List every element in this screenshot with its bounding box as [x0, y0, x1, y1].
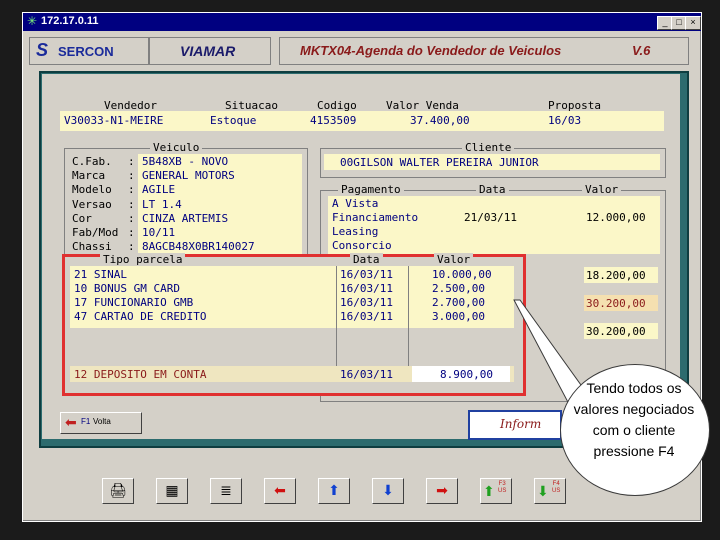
parcela-col-divider-2	[408, 266, 409, 382]
title-bar: ✳ 172.17.0.11 _ □ ×	[23, 13, 701, 31]
app-header: S SERCON VIAMAR MKTX04-Agenda do Vendedo…	[29, 37, 695, 67]
parcela-col-data: Data	[350, 253, 383, 266]
parcela-input-data[interactable]: 16/03/11	[340, 368, 393, 381]
veiculo-row-colon: :	[128, 211, 135, 225]
veiculo-row-label: Marca	[72, 169, 106, 183]
volta-label: Volta	[93, 417, 111, 426]
veiculo-title: Veiculo	[150, 141, 203, 154]
arrow-down-icon: ⬇	[382, 482, 394, 498]
company-box: S SERCON	[29, 37, 149, 65]
veiculo-row-value[interactable]: AGILE	[142, 183, 175, 196]
arrow-up-green-icon: ⬆	[483, 483, 495, 499]
f4-button[interactable]: ⬇ F4 US	[534, 478, 566, 504]
f4-label: F4 US	[552, 481, 561, 494]
situacao-value[interactable]: Estoque	[210, 114, 256, 127]
parcela-row-valor[interactable]: 3.000,00	[432, 310, 485, 323]
parcela-row-valor[interactable]: 10.000,00	[432, 268, 492, 281]
parcela-row-tipo[interactable]: 17 FUNCIONARIO GMB	[74, 296, 193, 309]
pagamento-row-data[interactable]: 21/03/11	[464, 211, 517, 224]
parcela-row-data[interactable]: 16/03/11	[340, 310, 393, 323]
codigo-value[interactable]: 4153509	[310, 114, 356, 127]
pagamento-row-label: A Vista	[332, 197, 379, 210]
calculator-icon: ▦	[165, 482, 179, 498]
window-title: 172.17.0.11	[41, 15, 99, 27]
veiculo-row-colon: :	[128, 169, 135, 183]
f3-button[interactable]: ⬆ F3 US	[480, 478, 512, 504]
sercon-logo-icon: S	[36, 40, 49, 60]
parcela-row-tipo[interactable]: 10 BONUS GM CARD	[74, 282, 180, 295]
parcela-row-tipo[interactable]: 47 CARTAO DE CREDITO	[74, 310, 206, 323]
veiculo-row-value[interactable]: CINZA ARTEMIS	[142, 212, 228, 225]
veiculo-row-colon: :	[128, 155, 135, 168]
prev-button[interactable]: ⬅	[264, 478, 296, 504]
parcela-input-valor[interactable]: 8.900,00	[440, 368, 493, 381]
parcela-row-valor[interactable]: 2.700,00	[432, 296, 485, 309]
veiculo-row-label: Modelo	[72, 183, 112, 197]
calculator-button[interactable]: ▦	[156, 478, 188, 504]
parcela-row-data[interactable]: 16/03/11	[340, 268, 393, 281]
callout-text: Tendo todos os valores negociados com o …	[573, 380, 695, 459]
veiculo-row-value[interactable]: LT 1.4	[142, 198, 182, 211]
parcela-col-valor: Valor	[434, 253, 474, 266]
module-name: VIAMAR	[180, 43, 236, 59]
company-name: SERCON	[58, 44, 114, 59]
print-button[interactable]: 🖨	[102, 478, 134, 504]
veiculo-row-label: Cor	[72, 211, 92, 225]
cliente-title: Cliente	[462, 141, 515, 154]
veiculo-row-colon: :	[128, 197, 135, 211]
screen-title: MKTX04-Agenda do Vendedor de Veiculos	[300, 43, 562, 58]
notes-button[interactable]: ≣	[210, 478, 242, 504]
valor-venda-value[interactable]: 37.400,00	[410, 114, 470, 127]
parcela-row-valor[interactable]: 2.500,00	[432, 282, 485, 295]
arrow-up-icon: ⬆	[328, 482, 340, 498]
pagamento-title: Pagamento	[338, 183, 404, 196]
next-button[interactable]: ➡	[426, 478, 458, 504]
up-button[interactable]: ⬆	[318, 478, 350, 504]
pagamento-col-valor: Valor	[582, 183, 622, 196]
parcela-col-divider-1	[336, 266, 337, 382]
close-button[interactable]: ×	[685, 16, 701, 30]
veiculo-row-colon: :	[128, 226, 135, 239]
pagamento-row-valor[interactable]: 12.000,00	[586, 211, 646, 224]
printer-icon: 🖨	[109, 482, 127, 498]
vendedor-value[interactable]: V30033-N1-MEIRE	[64, 114, 163, 127]
volta-key: F1	[81, 417, 91, 426]
pagamento-row-label: Consorcio	[332, 239, 392, 252]
pag-right-value-1: 18.200,00	[586, 269, 646, 282]
veiculo-row-value[interactable]: GENERAL MOTORS	[142, 169, 235, 182]
notes-icon: ≣	[220, 482, 232, 498]
veiculo-row-value[interactable]: 5B48XB - NOVO	[142, 155, 228, 168]
proposta-value[interactable]: 16/03	[548, 114, 581, 127]
terminal-icon: ✳	[27, 14, 38, 28]
veiculo-row-label: Chassi	[72, 240, 112, 254]
veiculo-row-value[interactable]: 8AGCB48X0BR140027	[142, 240, 255, 253]
parcela-title: Tipo parcela	[100, 253, 186, 266]
veiculo-row-colon: :	[128, 240, 135, 254]
arrow-right-red-icon: ➡	[436, 482, 448, 498]
arrow-left-icon: ⬅	[65, 414, 77, 430]
version-label: V.6	[632, 43, 651, 58]
parcela-row-data[interactable]: 16/03/11	[340, 296, 393, 309]
veiculo-row-value[interactable]: 10/11	[142, 226, 175, 239]
arrow-down-green-icon: ⬇	[537, 483, 549, 499]
pagamento-col-data: Data	[476, 183, 509, 196]
f3-label: F3 US	[498, 481, 507, 494]
module-box: VIAMAR	[149, 37, 271, 65]
veiculo-row-label: Fab/Mod	[72, 226, 119, 239]
arrow-left-red-icon: ⬅	[274, 482, 286, 498]
parcela-row-data[interactable]: 16/03/11	[340, 282, 393, 295]
cliente-name[interactable]: 00GILSON WALTER PEREIRA JUNIOR	[340, 156, 539, 169]
veiculo-row-colon: :	[128, 183, 135, 197]
parcela-row-tipo[interactable]: 21 SINAL	[74, 268, 127, 281]
volta-button[interactable]: ⬅ F1 Volta	[60, 412, 142, 434]
pagamento-row-label: Leasing	[332, 225, 379, 238]
down-button[interactable]: ⬇	[372, 478, 404, 504]
veiculo-row-label: C.Fab.	[72, 155, 112, 168]
parcela-input-tipo[interactable]: 12 DEPOSITO EM CONTA	[74, 368, 206, 381]
pagamento-row-label: Financiamento	[332, 211, 419, 224]
screen-title-box: MKTX04-Agenda do Vendedor de Veiculos V.…	[279, 37, 689, 65]
veiculo-row-label: Versao	[72, 197, 112, 211]
